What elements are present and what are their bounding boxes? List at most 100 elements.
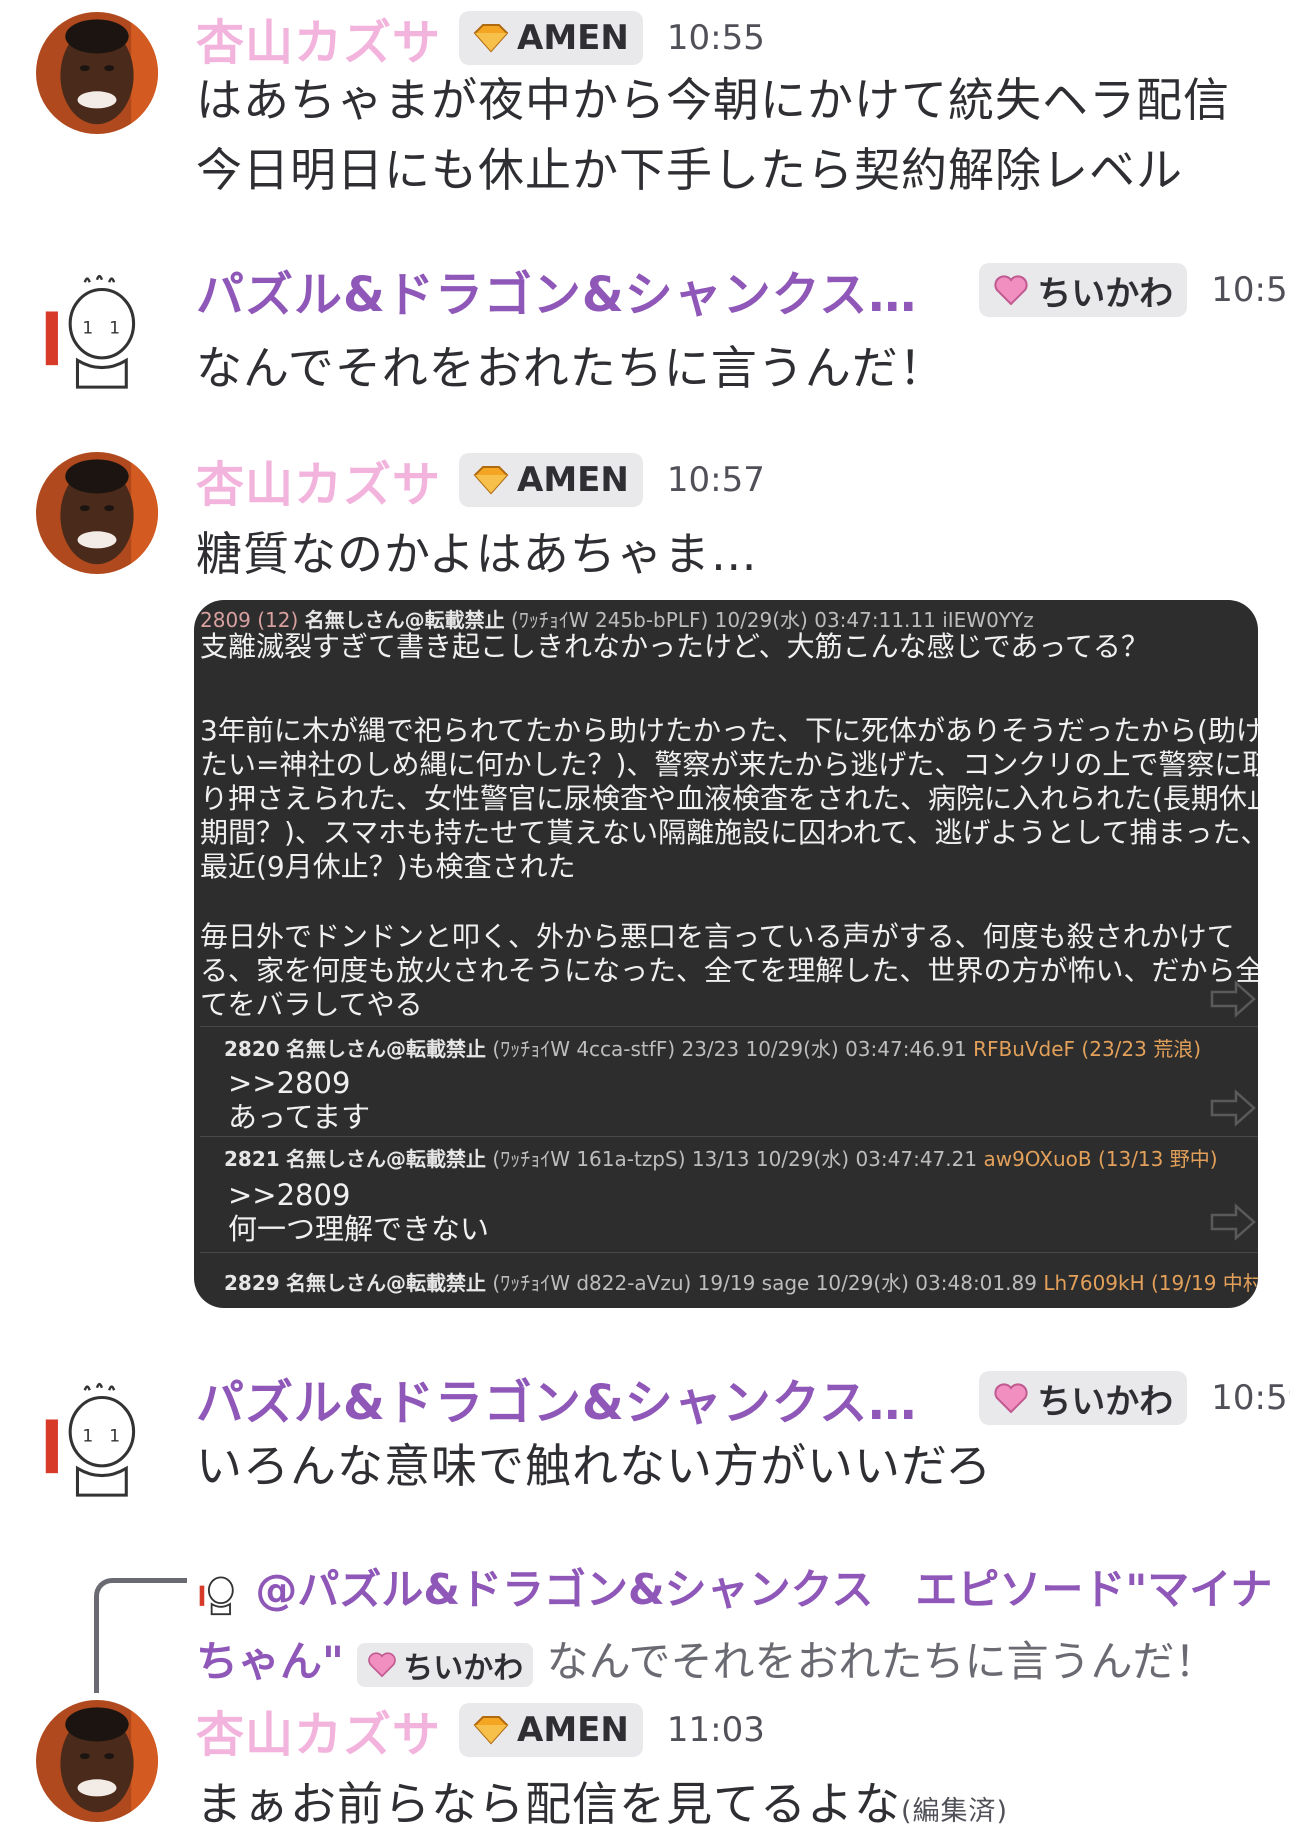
- user-avatar[interactable]: [36, 12, 158, 134]
- timestamp: 11:03: [666, 1710, 765, 1750]
- reply-reference-line2[interactable]: ちゃん" ちいかわ なんでそれをおれたちに言うんだ！: [196, 1628, 1217, 1689]
- diamond-icon: [473, 1716, 509, 1745]
- reply-anchor[interactable]: >>2809: [228, 1177, 350, 1213]
- message-text: なんでそれをおれたちに言うんだ！: [196, 341, 946, 395]
- reply-preview-text: なんでそれをおれたちに言うんだ！: [546, 1637, 1217, 1686]
- role-badge[interactable]: AMEN: [459, 11, 643, 65]
- avatar-portrait-icon: [36, 452, 158, 574]
- post-body-line: てをバラしてやる: [200, 988, 423, 1021]
- poster-name: 名無しさん@転載禁止: [286, 1037, 487, 1061]
- timestamp: 10:55: [666, 18, 765, 58]
- message-header: 杏山カズサ AMEN 10:55: [196, 8, 765, 71]
- post-number: 2820: [224, 1037, 280, 1061]
- author-name[interactable]: 杏山カズサ: [196, 1695, 441, 1765]
- badge-label: ちいかわ: [403, 1650, 524, 1686]
- chiikawa-character-icon: [199, 1575, 234, 1615]
- post-body-line: 毎日外でドンドンと叩く、外から悪口を言っている声がする、何度も殺されかけて: [200, 920, 1235, 953]
- role-badge[interactable]: ちいかわ: [357, 1642, 534, 1687]
- post-meta: (ﾜｯﾁｮｲW 245b-bPLF) 10/29(水) 03:47:11.11 …: [511, 608, 1034, 632]
- reply-text: あってます: [228, 1100, 371, 1134]
- badge-label: ちいかわ: [1037, 273, 1174, 314]
- timestamp: 10:55: [1211, 270, 1290, 310]
- post-header: 2829 名無しさん@転載禁止 (ﾜｯﾁｮｲW d822-aVzu) 19/19…: [224, 1267, 1258, 1296]
- svg-text:1: 1: [82, 1426, 93, 1446]
- diamond-icon: [473, 24, 509, 53]
- heart-icon: [994, 1383, 1028, 1414]
- attached-image[interactable]: 2809 (12) 名無しさん@転載禁止 (ﾜｯﾁｮｲW 245b-bPLF) …: [194, 600, 1258, 1308]
- message-text: 糖質なのかよはあちゃま…: [196, 527, 758, 581]
- author-name[interactable]: 杏山カズサ: [196, 445, 441, 515]
- reply-post: 2820 名無しさん@転載禁止 (ﾜｯﾁｮｲW 4cca-stfF) 23/23…: [200, 1026, 1258, 1137]
- heart-icon: [994, 275, 1028, 306]
- post-body-line: たい=神社のしめ縄に何かした？)、警察が来たから逃げた、コンクリの上で警察に取: [200, 748, 1258, 781]
- post-header: 2809 (12) 名無しさん@転載禁止 (ﾜｯﾁｮｲW 245b-bPLF) …: [200, 604, 1034, 633]
- arrow-right-icon: [1210, 1089, 1256, 1127]
- reply-post: 2821 名無しさん@転載禁止 (ﾜｯﾁｮｲW 161a-tzpS) 13/13…: [200, 1136, 1258, 1253]
- role-badge[interactable]: ちいかわ: [979, 263, 1188, 317]
- reply-mention[interactable]: @パズル&ドラゴン&シャンクス エピソード"マイナ: [255, 1565, 1272, 1614]
- poster-id: RFBuVdeF (23/23 荒浪): [973, 1037, 1202, 1061]
- edited-label: (編集済): [901, 1796, 1009, 1827]
- post-meta: (ﾜｯﾁｮｲW d822-aVzu) 19/19 sage 10/29(水) 0…: [492, 1271, 1037, 1295]
- chiikawa-character-icon: 1 1: [45, 1382, 136, 1497]
- user-avatar[interactable]: [36, 1700, 158, 1822]
- svg-text:1: 1: [109, 1426, 120, 1446]
- badge-label: AMEN: [517, 18, 629, 58]
- message-text: いろんな意味で触れない方がいいだろ: [196, 1439, 993, 1493]
- message-text: 今日明日にも休止か下手したら契約解除レベル: [196, 143, 1183, 197]
- role-badge[interactable]: ちいかわ: [979, 1371, 1188, 1425]
- post-number: 2809 (12): [200, 608, 299, 632]
- message-header: パズル&ドラゴン&シャンクス… ちいかわ 10:59: [196, 1368, 1290, 1431]
- timestamp: 10:57: [666, 460, 765, 500]
- message-text: はあちゃまが夜中から今朝にかけて統失ヘラ配信: [196, 73, 1230, 127]
- reply-connector-line: [94, 1578, 187, 1693]
- badge-label: AMEN: [517, 1710, 629, 1750]
- poster-name: 名無しさん@転載禁止: [286, 1271, 487, 1295]
- message-text: まぁお前らなら配信を見てるよな(編集済): [196, 1768, 1008, 1834]
- message-header: 杏山カズサ AMEN 10:57: [196, 450, 765, 513]
- avatar-portrait-icon: [36, 1700, 158, 1822]
- message-text-content: まぁお前らなら配信を見てるよな: [196, 1777, 901, 1831]
- author-name[interactable]: 杏山カズサ: [196, 3, 441, 73]
- post-meta: (ﾜｯﾁｮｲW 161a-tzpS) 13/13 10/29(水) 03:47:…: [492, 1147, 978, 1171]
- role-badge[interactable]: AMEN: [459, 1703, 643, 1757]
- avatar-portrait-icon: [36, 12, 158, 134]
- post-body-line: り押さえられた、女性警官に尿検査や血液検査をされた、病院に入れられた(長期休止: [200, 782, 1258, 815]
- post-number: 2829: [224, 1271, 280, 1295]
- reply-post: 2829 名無しさん@転載禁止 (ﾜｯﾁｮｲW d822-aVzu) 19/19…: [200, 1252, 1258, 1308]
- post-header: 2821 名無しさん@転載禁止 (ﾜｯﾁｮｲW 161a-tzpS) 13/13…: [224, 1143, 1218, 1172]
- post-body-line: 最近(9月休止？)も検査された: [200, 850, 576, 883]
- arrow-right-icon: [1210, 1203, 1256, 1241]
- reply-text: 何一つ理解できない: [228, 1212, 490, 1246]
- chiikawa-character-icon: 1 1: [45, 274, 136, 389]
- post-header: 2820 名無しさん@転載禁止 (ﾜｯﾁｮｲW 4cca-stfF) 23/23…: [224, 1033, 1201, 1062]
- reply-anchor[interactable]: >>2809: [228, 1065, 350, 1101]
- poster-id: aw9OXuoB (13/13 野中): [983, 1147, 1218, 1171]
- post-body-line: 3年前に木が縄で祀られてたから助けたかった、下に死体がありそうだったから(助け: [200, 714, 1258, 747]
- badge-label: ちいかわ: [1037, 1381, 1174, 1422]
- post-body-line: 支離滅裂すぎて書き起こしきれなかったけど、大筋こんな感じであってる？: [200, 630, 1149, 663]
- post-meta: (ﾜｯﾁｮｲW 4cca-stfF) 23/23 10/29(水) 03:47:…: [492, 1037, 967, 1061]
- message-header: パズル&ドラゴン&シャンクス… ちいかわ 10:55: [196, 260, 1290, 323]
- poster-id: Lh7609kH (19/19 中村): [1043, 1271, 1258, 1295]
- heart-icon: [368, 1652, 397, 1678]
- timestamp: 10:59: [1211, 1378, 1290, 1418]
- arrow-right-icon: [1210, 980, 1256, 1018]
- poster-name: 名無しさん@転載禁止: [286, 1147, 487, 1171]
- post-body-line: る、家を何度も放火されそうになった、全てを理解した、世界の方が怖い、だから全: [200, 954, 1258, 987]
- author-name[interactable]: パズル&ドラゴン&シャンクス…: [196, 1363, 917, 1433]
- user-avatar[interactable]: [36, 452, 158, 574]
- svg-text:1: 1: [109, 318, 120, 338]
- diamond-icon: [473, 466, 509, 495]
- author-name[interactable]: パズル&ドラゴン&シャンクス…: [196, 255, 917, 325]
- role-badge[interactable]: AMEN: [459, 453, 643, 507]
- poster-name: 名無しさん@転載禁止: [304, 608, 505, 632]
- post-body-line: 期間？)、スマホも持たせて貰えない隔離施設に囚われて、逃げようとして捕まった、: [200, 816, 1258, 849]
- user-avatar[interactable]: 1 1: [36, 1378, 158, 1500]
- badge-label: AMEN: [517, 460, 629, 500]
- reply-reference[interactable]: @パズル&ドラゴン&シャンクス エピソード"マイナ: [196, 1556, 1272, 1617]
- user-avatar[interactable]: 1 1: [36, 270, 158, 392]
- svg-text:1: 1: [82, 318, 93, 338]
- post-number: 2821: [224, 1147, 280, 1171]
- reply-mention[interactable]: ちゃん": [196, 1637, 344, 1686]
